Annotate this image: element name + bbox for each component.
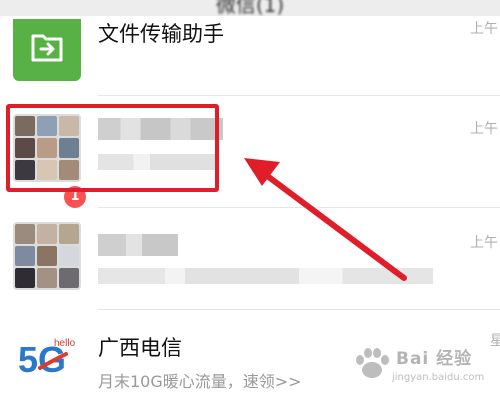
paw-icon — [356, 348, 389, 378]
watermark-url: jingyan.baidu.com — [392, 372, 485, 383]
pointer-arrow-icon — [244, 158, 407, 281]
watermark: Bai 经验 jingyan.baidu.com — [352, 344, 497, 396]
watermark-brand: Bai 经验 — [396, 349, 473, 369]
